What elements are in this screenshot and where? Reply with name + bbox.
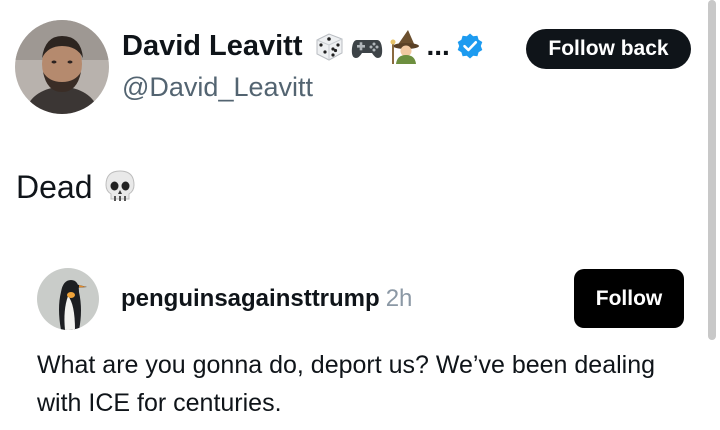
scrollbar[interactable] — [708, 0, 716, 340]
profile-name[interactable]: David Leavitt ... — [122, 28, 484, 64]
follow-back-button[interactable]: Follow back — [526, 29, 691, 69]
avatar-david-leavitt[interactable] — [15, 20, 109, 114]
verified-badge-icon — [457, 33, 483, 59]
quoted-post-header: penguinsagainsttrump 2h — [121, 285, 412, 313]
quoted-post-time[interactable]: 2h — [386, 285, 413, 312]
post-text: Dead — [16, 168, 93, 205]
profile-handle[interactable]: @David_Leavitt — [122, 72, 313, 103]
quoted-post-text: What are you gonna do, deport us? We’ve … — [37, 351, 656, 417]
quoted-username[interactable]: penguinsagainsttrump — [121, 285, 380, 312]
skull-icon — [104, 170, 135, 201]
name-overflow: ... — [426, 30, 450, 61]
name-emojis — [311, 28, 423, 64]
game-controller-icon — [351, 40, 382, 58]
die-icon — [316, 33, 342, 61]
post-body: Dead — [16, 168, 137, 206]
follow-button[interactable]: Follow — [574, 269, 684, 328]
mage-icon — [390, 30, 419, 64]
avatar-penguinsagainsttrump[interactable] — [37, 268, 99, 330]
display-name[interactable]: David Leavitt — [122, 30, 303, 63]
